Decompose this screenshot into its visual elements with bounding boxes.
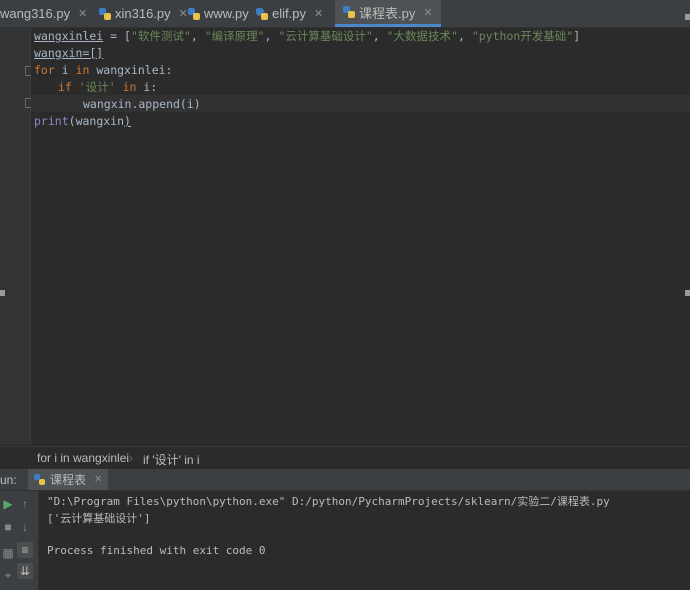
code-string: "python开发基础": [471, 29, 574, 43]
code-line-3: for i in wangxinlei:: [34, 62, 173, 79]
python-file-icon: [256, 7, 268, 20]
code-token: ,: [372, 29, 387, 43]
layout-icon[interactable]: ▦: [0, 545, 16, 561]
tab-www[interactable]: www.py ✕: [188, 0, 266, 27]
breadcrumb-item[interactable]: if '设计' in i: [143, 451, 200, 468]
run-toolbar: ▶ ↑ ■ ↓ ≡ ▦ ⇊ ⌖: [0, 491, 39, 590]
editor-gutter: [0, 28, 34, 445]
code-token: wangxin: [75, 114, 125, 128]
code-line-6: print(wangxin): [34, 113, 131, 130]
code-token-var: wangxinlei: [34, 29, 104, 43]
code-string: "大数据技术": [386, 29, 458, 43]
close-icon[interactable]: ✕: [78, 7, 87, 20]
code-keyword: in: [75, 63, 90, 77]
code-token: ,: [264, 29, 279, 43]
code-token: ,: [457, 29, 472, 43]
python-file-icon: [99, 7, 111, 20]
code-string: '设计': [71, 80, 123, 94]
breadcrumb: for i in wangxinlei › if '设计' in i: [0, 446, 690, 469]
editor-tab-bar: wang316.py ✕ xin316.py ✕ www.py ✕ elif.p…: [0, 0, 690, 28]
code-token: i: [54, 63, 76, 77]
code-editor[interactable]: wangxinlei = ["软件测试", "编译原理", "云计算基础设计",…: [31, 28, 690, 445]
close-icon[interactable]: ✕: [423, 6, 432, 19]
code-line-1: wangxinlei = ["软件测试", "编译原理", "云计算基础设计",…: [34, 28, 580, 45]
breadcrumb-separator: ›: [129, 451, 133, 465]
scroll-marker: [685, 14, 690, 20]
run-tool-window-header: un: 课程表 ✕: [0, 469, 690, 491]
tab-label: elif.py: [272, 6, 306, 21]
code-string: "编译原理": [204, 29, 265, 43]
run-console[interactable]: "D:\Program Files\python\python.exe" D:/…: [39, 491, 690, 590]
run-tab-label: 课程表: [50, 473, 87, 487]
code-line-5: wangxin.append(i): [83, 96, 201, 113]
python-file-icon: [188, 7, 200, 20]
tab-kechengbiao[interactable]: 课程表.py ✕: [335, 0, 441, 27]
tab-label: www.py: [204, 6, 249, 21]
arrow-down-icon[interactable]: ↓: [17, 519, 33, 535]
code-line-2: wangxin=[]: [34, 45, 103, 62]
console-output: ['云计算基础设计']: [47, 512, 151, 525]
pin-icon[interactable]: ⌖: [0, 567, 16, 583]
stop-icon[interactable]: ■: [0, 519, 16, 535]
scroll-marker: [0, 290, 5, 296]
code-keyword: if: [58, 80, 72, 94]
code-token: wangxinlei:: [89, 63, 173, 77]
code-token: ]: [573, 29, 581, 43]
python-file-icon: [343, 6, 355, 18]
code-token: ,: [190, 29, 205, 43]
code-builtin: print: [34, 114, 69, 128]
python-file-icon: [34, 474, 45, 485]
code-token: wangxin.append(i): [83, 97, 201, 111]
run-label: un:: [0, 473, 17, 487]
soft-wrap-icon[interactable]: ≡: [17, 542, 33, 558]
console-exit-message: Process finished with exit code 0: [47, 544, 266, 557]
close-icon[interactable]: ✕: [94, 474, 102, 485]
code-token: wangxin=[]: [34, 46, 104, 60]
tab-label: wang316.py: [0, 6, 71, 21]
close-icon[interactable]: ✕: [314, 7, 323, 20]
scroll-to-end-icon[interactable]: ⇊: [17, 563, 33, 579]
console-command: "D:\Program Files\python\python.exe" D:/…: [47, 495, 610, 508]
code-token: = [: [103, 29, 131, 43]
code-string: "云计算基础设计": [278, 29, 373, 43]
code-keyword: in: [122, 80, 137, 94]
tab-label: 课程表.py: [359, 5, 416, 21]
breadcrumb-item[interactable]: for i in wangxinlei: [37, 451, 129, 465]
code-token: ): [124, 114, 131, 128]
tab-wang316[interactable]: wang316.py ✕: [0, 0, 87, 27]
rerun-icon[interactable]: ▶: [0, 496, 16, 512]
code-token: i:: [136, 80, 158, 94]
run-tab[interactable]: 课程表 ✕: [28, 469, 109, 490]
scroll-marker: [685, 290, 690, 296]
code-keyword: for: [34, 63, 55, 77]
code-string: "软件测试": [130, 29, 191, 43]
tab-elif[interactable]: elif.py ✕: [256, 0, 323, 27]
code-line-4: if '设计' in i:: [58, 79, 157, 96]
tab-label: xin316.py: [115, 6, 171, 21]
arrow-up-icon[interactable]: ↑: [17, 496, 33, 512]
tab-xin316[interactable]: xin316.py ✕: [99, 0, 188, 27]
code-token: (: [68, 114, 76, 128]
close-icon[interactable]: ✕: [179, 7, 188, 20]
